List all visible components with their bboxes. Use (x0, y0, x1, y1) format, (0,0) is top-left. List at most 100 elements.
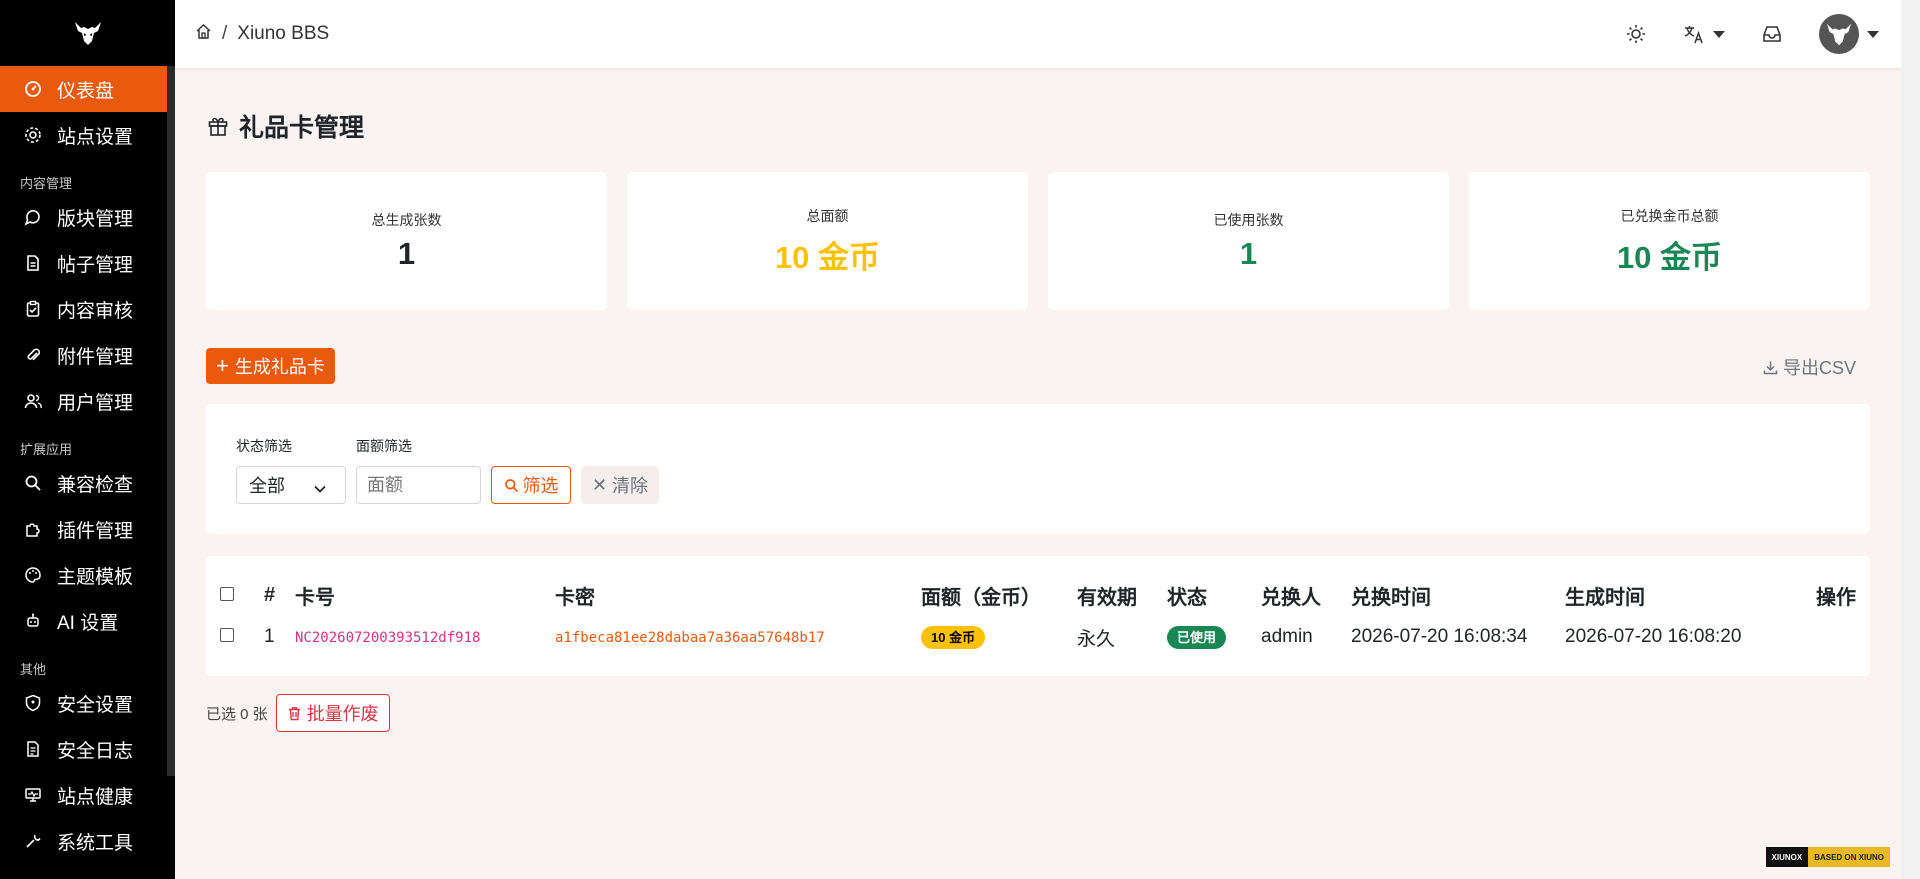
card-secret: a1fbeca81ee28dabaa7a36aa57648b17 (555, 630, 825, 646)
users-icon (24, 392, 42, 410)
plus-icon: + (216, 353, 229, 378)
col-header-secret: 卡密 (555, 586, 595, 609)
tools-icon (24, 832, 42, 850)
sidebar-item-label: AI 设置 (57, 612, 119, 634)
sidebar-item-compat-check[interactable]: 兼容检查 (0, 460, 175, 506)
sidebar-item-security-log[interactable]: 安全日志 (0, 726, 175, 772)
sidebar-item-label: 用户管理 (57, 392, 134, 414)
stat-card-total-generated: 总生成张数 1 (206, 172, 607, 310)
breadcrumb: / Xiuno BBS (195, 23, 329, 46)
paperclip-icon (24, 346, 42, 364)
sidebar-item-label: 插件管理 (57, 520, 134, 542)
sidebar-item-security-settings[interactable]: 安全设置 (0, 680, 175, 726)
page-title: 礼品卡管理 (207, 108, 364, 144)
sidebar-item-label: 附件管理 (57, 346, 134, 368)
sidebar-item-label: 安全日志 (57, 740, 134, 762)
row-checkbox[interactable] (220, 628, 234, 642)
sidebar-item-plugins[interactable]: 插件管理 (0, 506, 175, 552)
stat-card-redeemed-total: 已兑换金币总额 10 金币 (1469, 172, 1870, 310)
sidebar-item-moderation[interactable]: 内容审核 (0, 286, 175, 332)
filter-button-label: 筛选 (522, 476, 559, 496)
puzzle-icon (24, 520, 42, 538)
sidebar-item-posts[interactable]: 帖子管理 (0, 240, 175, 286)
chevron-down-icon (1867, 30, 1879, 38)
select-all-cell (220, 574, 264, 616)
sidebar-item-users[interactable]: 用户管理 (0, 378, 175, 424)
sidebar-item-dashboard[interactable]: 仪表盘 (0, 66, 175, 112)
gear-icon (24, 126, 42, 144)
gift-card-table-panel: # 卡号 卡密 面额（金币） 有效期 状态 兑换人 兑换时间 生成时间 操作 1… (206, 556, 1870, 676)
translate-icon (1684, 26, 1703, 44)
sidebar-item-site-settings[interactable]: 站点设置 (0, 112, 175, 158)
chat-icon (24, 208, 42, 226)
sidebar-item-label: 系统工具 (57, 832, 134, 854)
status-filter-value: 全部 (249, 476, 285, 496)
batch-void-button[interactable]: 批量作废 (275, 694, 390, 732)
amount-filter-input[interactable] (356, 466, 481, 504)
clear-button-label: 清除 (612, 476, 649, 496)
bull-avatar-icon (1826, 23, 1852, 46)
brand-badge[interactable]: XIUNOX BASED ON XIUNO (1765, 847, 1890, 867)
sidebar-scrollbar[interactable] (167, 66, 175, 776)
stat-card-total-amount: 总面额 10 金币 (627, 172, 1028, 310)
row-redeemer: admin (1261, 626, 1313, 647)
filter-panel: 状态筛选 面额筛选 全部 筛选 ✕ 清除 (206, 404, 1870, 534)
top-actions (1625, 0, 1901, 68)
row-card-no: NC202607200393512df918 (295, 616, 555, 658)
row-created-time: 2026-07-20 16:08:20 (1565, 626, 1742, 647)
amount-filter-label: 面额筛选 (356, 438, 412, 454)
download-icon (1763, 361, 1778, 374)
batch-void-label: 批量作废 (306, 704, 379, 724)
sidebar-item-label: 版块管理 (57, 208, 134, 230)
page-title-text: 礼品卡管理 (239, 114, 365, 142)
col-header-created-time: 生成时间 (1565, 586, 1645, 609)
generate-gift-card-button[interactable]: + 生成礼品卡 (206, 348, 335, 384)
brand-badge-left: XIUNOX (1765, 847, 1809, 867)
robot-icon (24, 612, 42, 630)
bulk-actions-bar: 已选 0 张 批量作废 (206, 694, 390, 732)
user-menu[interactable] (1819, 14, 1879, 54)
row-index: 1 (264, 626, 275, 647)
gift-icon (208, 117, 228, 136)
sidebar-item-site-health[interactable]: 站点健康 (0, 772, 175, 818)
document-icon (24, 254, 42, 272)
sidebar-item-attachments[interactable]: 附件管理 (0, 332, 175, 378)
sidebar-item-ai-settings[interactable]: AI 设置 (0, 598, 175, 644)
bull-logo-icon (74, 22, 101, 45)
select-all-checkbox[interactable] (220, 586, 234, 601)
export-csv-link[interactable]: 导出CSV (1763, 354, 1856, 380)
status-filter-label: 状态筛选 (236, 438, 292, 454)
stat-label: 总面额 (806, 207, 849, 224)
trash-icon (288, 706, 300, 720)
sidebar-item-system-tools[interactable]: 系统工具 (0, 818, 175, 864)
stat-value: 1 (1239, 236, 1258, 271)
col-header-status: 状态 (1167, 586, 1207, 609)
col-header-actions: 操作 (1816, 586, 1856, 609)
col-header-index: # (264, 583, 276, 606)
stat-value: 10 金币 (1616, 239, 1723, 275)
selected-count: 已选 0 张 (206, 705, 268, 723)
clear-button[interactable]: ✕ 清除 (581, 466, 659, 504)
stat-value: 10 金币 (774, 239, 881, 275)
theme-toggle[interactable] (1625, 23, 1647, 45)
nav-section-extensions: 扩展应用 (20, 442, 73, 457)
table-row: 1 NC202607200393512df918 a1fbeca81ee28da… (220, 616, 1856, 658)
sidebar: 仪表盘 站点设置 内容管理 版块管理 帖子管理 内容审核 附件管理 用户管理 扩… (0, 0, 175, 879)
dashboard-icon (24, 80, 42, 98)
sidebar-item-forums[interactable]: 版块管理 (0, 194, 175, 240)
chevron-down-icon (1713, 30, 1725, 38)
clipboard-check-icon (24, 300, 42, 318)
sidebar-item-themes[interactable]: 主题模板 (0, 552, 175, 598)
language-dropdown[interactable] (1683, 23, 1725, 45)
logo[interactable] (0, 0, 175, 66)
status-filter-select[interactable]: 全部 (236, 466, 346, 504)
home-icon[interactable] (195, 23, 212, 46)
page-scrollbar[interactable] (1901, 0, 1920, 879)
search-icon (504, 478, 518, 492)
breadcrumb-site-name[interactable]: Xiuno BBS (237, 23, 329, 45)
filter-button[interactable]: 筛选 (491, 466, 571, 504)
search-icon (24, 474, 42, 492)
notifications-inbox[interactable] (1761, 23, 1783, 45)
sidebar-item-label: 仪表盘 (57, 80, 115, 102)
brand-badge-right: BASED ON XIUNO (1808, 847, 1890, 867)
